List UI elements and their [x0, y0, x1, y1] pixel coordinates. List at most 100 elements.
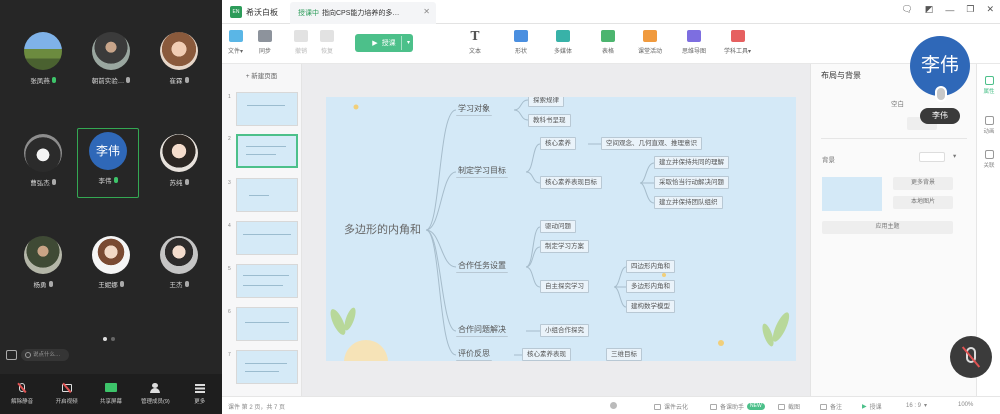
connector-line [425, 171, 457, 231]
emoji-icon[interactable] [25, 352, 31, 358]
courseware-cloud-button[interactable]: 课件云化 [654, 402, 688, 411]
mindmap-node[interactable]: 自主探究学习 [540, 280, 589, 293]
mindmap-node[interactable]: 采取恰当行动解决问题 [654, 176, 729, 189]
participant-tile[interactable]: 苏纯 [148, 134, 210, 187]
mic-icon [48, 281, 53, 287]
skin-icon[interactable]: ◩ [925, 4, 934, 15]
slide-thumbnail[interactable] [236, 350, 298, 384]
link-icon [984, 150, 994, 159]
lesson-assistant-button[interactable]: 备课助手 NEW [710, 402, 765, 411]
text-tool[interactable]: T 文本 [468, 30, 482, 55]
page-dot[interactable] [111, 337, 115, 341]
participant-tile[interactable]: 杨勇 [12, 236, 74, 289]
slide-canvas[interactable]: 多边形的内角和 学习对象 探索规律 教科书呈现 制定学习目标 核心素养 空间观念… [326, 97, 796, 361]
mindmap-root[interactable]: 多边形的内角和 [340, 221, 425, 239]
participant-tile[interactable]: 崔霖 [148, 32, 210, 85]
file-menu[interactable]: 文件▾ [228, 30, 243, 55]
start-video-button[interactable]: 开启视频 [50, 382, 84, 405]
zoom-level[interactable]: 100% [958, 402, 973, 408]
mindmap-node[interactable]: 建立并保持共同的理解 [654, 156, 729, 169]
mindmap-node[interactable]: 探索规律 [528, 97, 564, 107]
slide-thumbnail[interactable] [236, 264, 298, 298]
tab-animation[interactable]: 动画 [977, 116, 1000, 135]
notes-button[interactable]: 备注 [820, 402, 842, 411]
unmute-button[interactable]: 解除静音 [5, 382, 39, 405]
manage-members-button[interactable]: 管理成员(9) [138, 383, 172, 405]
document-tab[interactable]: 授课中 指向CPS能力培养的多… ✕ [290, 2, 436, 24]
mindmap-node[interactable]: 建构数学模型 [626, 300, 675, 313]
mindmap-node[interactable]: 空间观念、几何直观、推理意识 [601, 137, 702, 150]
layout-blank-label[interactable]: 空白 [891, 98, 904, 108]
undo-button[interactable]: 撤销 [294, 30, 308, 55]
mindmap-node[interactable]: 小组合作探究 [540, 324, 589, 337]
mindmap-branch[interactable]: 合作任务设置 [456, 259, 508, 273]
slide-thumbnail-selected[interactable] [236, 134, 298, 168]
activity-tool[interactable]: 课堂活动 [638, 30, 662, 55]
minimize-icon[interactable]: — [945, 5, 954, 15]
mindmap-branch[interactable]: 制定学习目标 [456, 164, 508, 178]
thumb-line [249, 195, 269, 196]
participant-tile[interactable]: 张凤燕 [12, 32, 74, 85]
sync-button[interactable]: 同步 [258, 30, 272, 55]
close-tab-icon[interactable]: ✕ [423, 7, 430, 16]
restore-icon[interactable]: ❐ [966, 4, 974, 15]
more-button[interactable]: 更多 [183, 383, 217, 405]
page-dot[interactable] [103, 337, 107, 341]
mindmap-branch[interactable]: 评价反思 [456, 347, 492, 361]
new-page-button[interactable]: + 新建页面 [230, 70, 293, 84]
start-teaching-button[interactable]: ▶ 授课 ▾ [355, 34, 413, 52]
subject-tools-menu[interactable]: 学科工具▾ [724, 30, 751, 55]
shape-tool[interactable]: 形状 [514, 30, 528, 55]
screenshot-button[interactable]: 截图 [778, 402, 800, 411]
slide-thumbnail[interactable] [236, 307, 298, 341]
apply-theme-button[interactable]: 应用主题 [822, 221, 953, 234]
mindmap-node[interactable]: 驱动问题 [540, 220, 576, 233]
participant-tile-active-speaker[interactable]: 李伟 李伟 [77, 128, 139, 198]
tab-links[interactable]: 关联 [977, 150, 1000, 169]
background-preview [822, 177, 882, 211]
undo-icon [294, 30, 308, 42]
close-window-icon[interactable]: ✕ [986, 4, 994, 15]
chat-input[interactable]: 说点什么… [21, 349, 69, 361]
redo-button[interactable]: 恢复 [320, 30, 334, 55]
media-tool[interactable]: 多媒体 [554, 30, 572, 55]
mindmap-node[interactable]: 制定学习方案 [540, 240, 589, 253]
more-backgrounds-button[interactable]: 更多背景 [893, 177, 953, 190]
participant-tile[interactable]: 王妮娜 [80, 236, 142, 289]
mindmap-tool[interactable]: 思维导图 [682, 30, 706, 55]
record-dot-icon[interactable] [610, 402, 617, 409]
mindmap-node[interactable]: 教科书呈现 [528, 114, 571, 127]
canvas-area[interactable]: 多边形的内角和 学习对象 探索规律 教科书呈现 制定学习目标 核心素养 空间观念… [302, 64, 810, 396]
tab-properties[interactable]: 属性 [977, 76, 1000, 95]
background-color-select[interactable] [919, 152, 945, 162]
share-screen-button[interactable]: 共享屏幕 [94, 383, 128, 405]
page-indicator[interactable] [103, 337, 115, 341]
subject-tools-icon [730, 30, 745, 42]
floating-mute-button[interactable] [950, 336, 992, 378]
chevron-down-icon[interactable]: ▾ [407, 39, 410, 46]
participant-tile[interactable]: 曹弘杰 [12, 134, 74, 187]
teach-button[interactable]: ▶ 授课 [862, 402, 882, 411]
floating-video[interactable]: 李伟 李伟 [910, 36, 972, 128]
chat-toggle-icon[interactable] [6, 350, 17, 360]
mindmap-node[interactable]: 核心素养 [540, 137, 576, 150]
mindmap-node[interactable]: 多边形内角和 [626, 280, 675, 293]
mindmap-node[interactable]: 核心素养表现目标 [540, 176, 602, 189]
mindmap-node[interactable]: 三维目标 [606, 348, 642, 361]
page-count: 课件 第 2 页，共 7 页 [228, 405, 286, 411]
mindmap-branch[interactable]: 学习对象 [456, 102, 492, 116]
participant-tile[interactable]: 朝前实验… [80, 32, 142, 85]
table-tool[interactable]: 表格 [601, 30, 615, 55]
mindmap-node[interactable]: 建立并保持团队组织 [654, 196, 723, 209]
slide-thumbnail[interactable] [236, 92, 298, 126]
chevron-down-icon[interactable]: ▾ [953, 152, 956, 160]
slide-thumbnail[interactable] [236, 221, 298, 255]
slide-thumbnail[interactable] [236, 178, 298, 212]
mindmap-node[interactable]: 四边形内角和 [626, 260, 675, 273]
mindmap-branch[interactable]: 合作问题解决 [456, 323, 508, 337]
feedback-icon[interactable]: 🗨 [901, 4, 912, 15]
participant-tile[interactable]: 王杰 [148, 236, 210, 289]
mindmap-node[interactable]: 核心素养表现 [522, 348, 571, 361]
aspect-ratio-select[interactable]: 16 : 9 ▾ [906, 402, 927, 410]
local-image-button[interactable]: 本地图片 [893, 196, 953, 209]
